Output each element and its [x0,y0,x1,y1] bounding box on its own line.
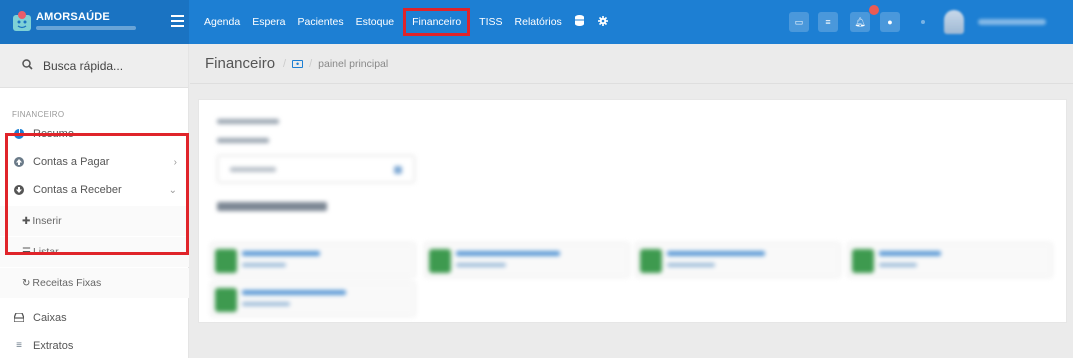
brand-name: AMORSAÚDE [36,11,110,23]
blurred-label [217,138,269,143]
quick-search[interactable]: Busca rápida... [0,44,188,88]
blurred-card[interactable] [424,242,630,278]
brand-logo-icon [13,11,31,31]
sidebar-item-extratos[interactable]: ≡ Extratos [0,332,189,358]
pie-chart-icon [14,129,24,139]
brand-tagline [36,26,136,30]
brand-area[interactable]: AMORSAÚDE [0,0,189,44]
breadcrumb-separator: / [283,57,287,70]
nav-estoque[interactable]: Estoque [350,0,401,44]
sidebar: Busca rápida... FINANCEIRO Resumo Contas… [0,44,189,358]
main-nav: Agenda Espera Pacientes Estoque Financei… [198,0,615,44]
notification-badge [869,5,879,15]
submenu-item-listar[interactable]: ☰ Listar [0,237,189,267]
sidebar-item-label: Resumo [33,128,74,140]
list-icon[interactable]: ≡ [818,12,838,32]
user-name[interactable] [978,19,1046,25]
cash-drawer-icon [13,312,25,323]
bell-icon[interactable]: 🔔︎ [850,12,870,32]
menu-toggle-icon[interactable] [171,15,184,27]
top-bar: AMORSAÚDE Agenda Espera Pacientes Estoqu… [0,0,1073,44]
separator-dot [921,20,925,24]
chat-icon[interactable]: ● [880,12,900,32]
main-panel [198,99,1067,323]
quick-search-label: Busca rápida... [43,58,124,73]
breadcrumb-current: painel principal [318,57,389,70]
submenu-item-inserir[interactable]: ✚ Inserir [0,206,189,236]
breadcrumb-separator: / [309,57,313,70]
submenu-item-label: Inserir [32,215,62,227]
sidebar-item-contas-a-pagar[interactable]: Contas a Pagar › [0,148,189,176]
sidebar-item-contas-a-receber[interactable]: Contas a Receber ⌄ [0,176,189,204]
arrow-down-circle-icon [14,185,24,195]
sidebar-item-label: Contas a Pagar [33,156,110,168]
sidebar-section-header: FINANCEIRO [12,110,65,119]
refresh-icon: ↻ [22,277,31,289]
chevron-down-icon: ⌄ [168,184,177,196]
list-icon: ☰ [22,246,31,258]
chevron-right-icon: › [173,156,177,168]
blurred-card[interactable] [847,242,1053,278]
gear-icon[interactable] [591,15,615,29]
blurred-card[interactable] [635,242,841,278]
sidebar-item-caixas[interactable]: Caixas [0,304,189,332]
sidebar-item-label: Caixas [33,312,67,324]
sidebar-item-label: Contas a Receber [33,184,122,196]
database-icon[interactable] [568,15,591,29]
nav-tiss[interactable]: TISS [473,0,508,44]
avatar[interactable] [944,10,964,34]
plus-icon: ✚ [22,215,31,227]
nav-espera[interactable]: Espera [246,0,291,44]
money-icon[interactable]: • [292,59,304,68]
list-icon: ≡ [16,340,22,351]
nav-relatorios[interactable]: Relatórios [509,0,568,44]
blurred-card[interactable] [210,242,416,278]
monitor-icon[interactable]: ▭ [789,12,809,32]
sidebar-item-label: Extratos [33,340,74,352]
nav-financeiro[interactable]: Financeiro [403,8,471,36]
sidebar-item-resumo[interactable]: Resumo [0,120,189,148]
blurred-label [217,119,279,124]
nav-pacientes[interactable]: Pacientes [291,0,349,44]
blurred-select[interactable] [217,155,415,183]
page-title: Financeiro [205,55,276,72]
submenu-item-label: Listar [32,246,59,258]
breadcrumb: Financeiro / • / painel principal [190,44,1073,84]
blurred-heading [217,202,327,211]
search-icon [22,58,33,73]
arrow-up-circle-icon [14,157,24,167]
nav-agenda[interactable]: Agenda [198,0,246,44]
submenu-item-receitas-fixas[interactable]: ↻ Receitas Fixas [0,268,189,298]
submenu-item-label: Receitas Fixas [32,277,102,289]
blurred-card[interactable] [210,281,416,317]
